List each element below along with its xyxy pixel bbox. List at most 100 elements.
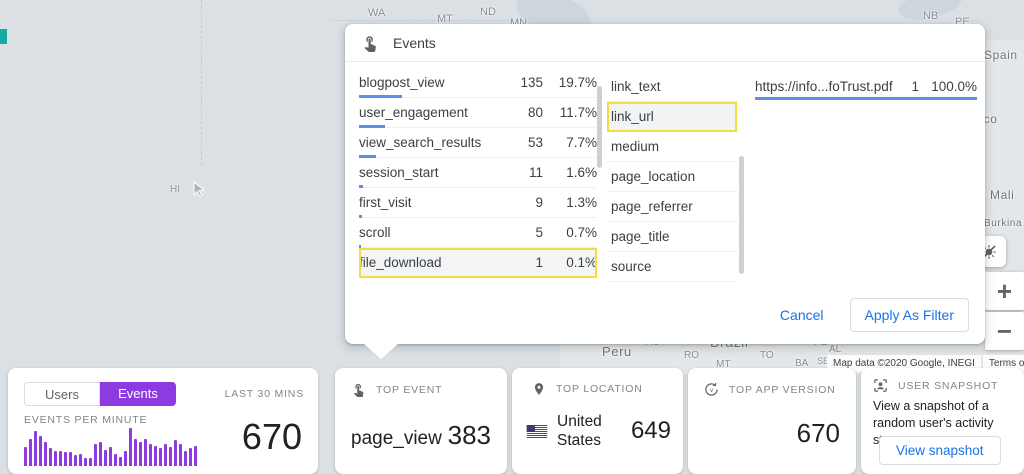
mouse-cursor — [193, 181, 206, 202]
map-label: ND — [480, 6, 496, 18]
spark-bar — [144, 439, 147, 466]
cancel-button[interactable]: Cancel — [764, 299, 840, 331]
spark-bar — [39, 436, 42, 466]
param-item[interactable]: link_url — [607, 102, 737, 132]
spark-bar — [179, 444, 182, 466]
event-row[interactable]: view_search_results537.7% — [359, 128, 597, 158]
svg-text:v: v — [710, 387, 714, 394]
spark-bar — [84, 458, 87, 466]
top-app-version-value: 670 — [797, 418, 840, 449]
map-label: RO — [684, 350, 699, 361]
map-label: Peru — [602, 344, 632, 359]
param-item[interactable]: source — [607, 252, 737, 282]
top-event-label: TOP EVENT — [376, 384, 442, 396]
event-count: 11 — [499, 165, 543, 180]
event-count: 80 — [499, 105, 543, 120]
spark-bar — [164, 444, 167, 466]
users-toggle-button[interactable]: Users — [24, 382, 100, 406]
spark-bar — [139, 442, 142, 466]
events-scrollbar[interactable] — [597, 86, 602, 168]
view-snapshot-button[interactable]: View snapshot — [879, 436, 1001, 465]
value-row[interactable]: https://info...foTrust.pdf1100.0% — [755, 72, 977, 100]
map-boundary-line — [330, 20, 510, 21]
tap-icon — [361, 34, 379, 52]
spark-bar — [124, 451, 127, 466]
apply-as-filter-button[interactable]: Apply As Filter — [850, 298, 969, 332]
last-30-mins-label: LAST 30 MINS — [225, 388, 304, 400]
event-percent: 1.6% — [543, 165, 597, 180]
popup-header: Events — [345, 24, 985, 62]
event-percent: 0.1% — [543, 255, 597, 270]
event-count: 1 — [499, 255, 543, 270]
event-count: 5 — [499, 225, 543, 240]
map-zoom-out-button[interactable]: − — [985, 312, 1024, 350]
params-scrollbar[interactable] — [739, 156, 744, 274]
event-name: user_engagement — [359, 105, 499, 120]
map-label: TO — [760, 350, 774, 361]
event-count: 135 — [499, 75, 543, 90]
spark-bar — [119, 457, 122, 466]
value-count: 1 — [897, 79, 919, 94]
us-flag-icon — [526, 425, 548, 438]
event-row[interactable]: blogpost_view13519.7% — [359, 68, 597, 98]
spark-bar — [184, 451, 187, 466]
user-snapshot-card: USER SNAPSHOT View a snapshot of a rando… — [861, 368, 1024, 474]
spark-bar — [99, 442, 102, 466]
spark-bar — [149, 444, 152, 466]
param-item[interactable]: link_text — [607, 72, 737, 102]
events-popup: Events blogpost_view13519.7%user_engagem… — [345, 24, 985, 344]
tap-icon — [351, 382, 366, 397]
spark-bar — [109, 447, 112, 466]
event-name: file_download — [359, 255, 499, 270]
values-list: https://info...foTrust.pdf1100.0% — [755, 72, 977, 100]
spark-bar — [34, 431, 37, 466]
spark-bar — [29, 439, 32, 466]
spark-bar — [74, 455, 77, 466]
value-percent: 100.0% — [919, 79, 977, 94]
map-label: WA — [368, 7, 385, 19]
event-percent: 11.7% — [543, 105, 597, 120]
spark-bar — [134, 439, 137, 466]
map-label: Mali — [990, 188, 1014, 202]
spark-bar — [189, 448, 192, 466]
spark-bar — [129, 428, 132, 466]
spark-bar — [194, 446, 197, 466]
event-name: blogpost_view — [359, 75, 499, 90]
top-location-name: United States — [557, 412, 631, 451]
event-count: 53 — [499, 135, 543, 150]
param-item[interactable]: page_location — [607, 162, 737, 192]
map-label: HI — [170, 184, 180, 195]
param-item[interactable]: page_referrer — [607, 192, 737, 222]
top-location-card: TOP LOCATION United States 649 — [512, 368, 683, 474]
spark-bar — [69, 452, 72, 466]
spark-bar — [54, 451, 57, 466]
top-event-value: 383 — [448, 420, 491, 451]
user-snapshot-label: USER SNAPSHOT — [898, 380, 998, 392]
events-toggle-button[interactable]: Events — [100, 382, 176, 406]
spark-bar — [94, 444, 97, 466]
event-name: session_start — [359, 165, 499, 180]
event-row[interactable]: scroll50.7% — [359, 218, 597, 248]
event-row[interactable]: first_visit91.3% — [359, 188, 597, 218]
events-total-value: 670 — [242, 416, 302, 458]
top-event-name: page_view — [351, 428, 442, 450]
event-row[interactable]: file_download10.1% — [359, 248, 597, 278]
spark — [24, 424, 197, 466]
map-label: NB — [923, 10, 938, 22]
location-pin-icon — [532, 382, 546, 396]
event-row[interactable]: session_start111.6% — [359, 158, 597, 188]
event-percent: 19.7% — [543, 75, 597, 90]
event-row[interactable]: user_engagement8011.7% — [359, 98, 597, 128]
event-count: 9 — [499, 195, 543, 210]
param-item[interactable]: page_title — [607, 222, 737, 252]
spark-bar — [49, 448, 52, 466]
event-name: view_search_results — [359, 135, 499, 150]
event-percent: 7.7% — [543, 135, 597, 150]
user-snapshot-icon — [873, 378, 888, 393]
param-item[interactable]: medium — [607, 132, 737, 162]
value-name: https://info...foTrust.pdf — [755, 79, 897, 94]
map-label: Spain — [984, 48, 1018, 62]
spark-bar — [44, 442, 47, 466]
spark-bar — [154, 446, 157, 466]
map-zoom-in-button[interactable]: + — [985, 272, 1024, 310]
